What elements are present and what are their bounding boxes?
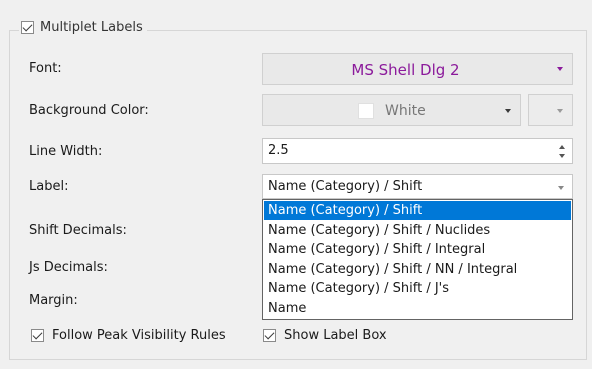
spin-down-icon[interactable] bbox=[559, 154, 565, 158]
show-label-box-label: Show Label Box bbox=[284, 328, 387, 343]
chevron-down-icon bbox=[558, 186, 564, 190]
js-decimals-label: Js Decimals: bbox=[29, 260, 108, 275]
label-dropdown-list: Name (Category) / Shift Name (Category) … bbox=[262, 199, 573, 320]
margin-label: Margin: bbox=[29, 293, 78, 308]
color-swatch bbox=[358, 103, 374, 119]
line-width-label: Line Width: bbox=[29, 144, 103, 159]
follow-peak-visibility-checkbox[interactable] bbox=[31, 329, 44, 342]
multiplet-labels-checkbox[interactable] bbox=[21, 21, 34, 34]
font-value: MS Shell Dlg 2 bbox=[351, 61, 460, 79]
dropdown-option[interactable]: Name bbox=[264, 299, 571, 318]
background-style-combobox[interactable] bbox=[528, 94, 573, 126]
show-label-box-checkbox-row[interactable]: Show Label Box bbox=[263, 328, 387, 343]
label-combobox[interactable]: Name (Category) / Shift bbox=[262, 174, 573, 199]
font-combobox[interactable]: MS Shell Dlg 2 bbox=[262, 53, 573, 85]
chevron-down-icon bbox=[505, 109, 511, 113]
shift-decimals-label: Shift Decimals: bbox=[29, 223, 127, 238]
follow-peak-visibility-label: Follow Peak Visibility Rules bbox=[52, 328, 226, 343]
background-color-combobox[interactable]: White bbox=[262, 94, 521, 126]
group-title[interactable]: Multiplet Labels bbox=[19, 20, 147, 35]
dropdown-option[interactable]: Name (Category) / Shift / Nuclides bbox=[264, 221, 571, 240]
font-label: Font: bbox=[29, 61, 62, 76]
label-label: Label: bbox=[29, 179, 69, 194]
background-color-label: Background Color: bbox=[29, 103, 149, 118]
settings-panel: Multiplet Labels Font: MS Shell Dlg 2 Ba… bbox=[0, 0, 592, 369]
group-title-label: Multiplet Labels bbox=[40, 20, 143, 35]
chevron-down-icon bbox=[557, 67, 563, 71]
follow-peak-visibility-checkbox-row[interactable]: Follow Peak Visibility Rules bbox=[31, 328, 226, 343]
spin-up-icon[interactable] bbox=[559, 145, 565, 149]
line-width-spinbox[interactable]: 2.5 bbox=[262, 138, 573, 164]
dropdown-option[interactable]: Name (Category) / Shift / J's bbox=[264, 279, 571, 298]
show-label-box-checkbox[interactable] bbox=[263, 329, 276, 342]
chevron-down-icon bbox=[557, 109, 563, 113]
dropdown-option[interactable]: Name (Category) / Shift / Integral bbox=[264, 240, 571, 259]
label-value: Name (Category) / Shift bbox=[268, 179, 423, 194]
dropdown-option[interactable]: Name (Category) / Shift / NN / Integral bbox=[264, 260, 571, 279]
dropdown-option[interactable]: Name (Category) / Shift bbox=[264, 201, 571, 220]
background-color-value: White bbox=[385, 103, 426, 119]
line-width-value: 2.5 bbox=[268, 143, 289, 158]
